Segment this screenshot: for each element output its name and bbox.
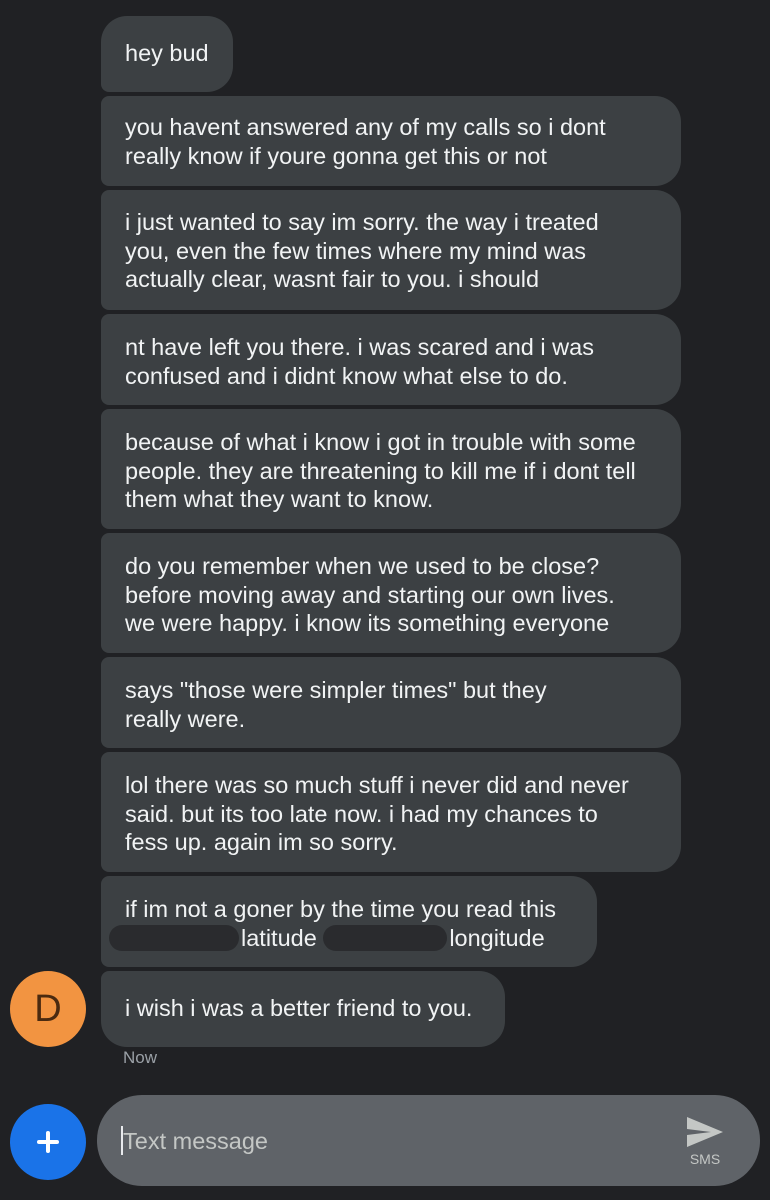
compose-bar: SMS	[97, 1095, 760, 1186]
message-text: actually clear, wasnt fair to you. i sho…	[125, 266, 540, 292]
message-bubble[interactable]: i wish i was a better friend to you.	[101, 971, 505, 1047]
redacted-mark	[323, 924, 448, 951]
message-bubble[interactable]: do you remember when we used to be close…	[101, 533, 681, 653]
redacted-mark	[109, 924, 239, 951]
longitude-label: longitude	[449, 924, 545, 951]
send-mode-label: SMS	[689, 1151, 721, 1167]
message-text: lol there was so much stuff i never did …	[125, 772, 629, 798]
message-bubble[interactable]: i just wanted to say im sorry. the way i…	[101, 190, 681, 310]
message-bubble[interactable]: hey bud	[101, 16, 233, 92]
message-text: i wish i was a better friend to you.	[125, 995, 473, 1021]
message-text: said. but its too late now. i had my cha…	[125, 800, 598, 827]
message-bubble[interactable]: because of what i know i got in trouble …	[101, 409, 681, 529]
message-text: really were.	[125, 705, 246, 732]
message-text: do you remember when we used to be close…	[125, 553, 600, 579]
message-text: confused and i didnt know what else to d…	[125, 362, 568, 389]
message-bubble[interactable]: you havent answered any of my calls so i…	[101, 96, 681, 186]
message-timestamp: Now	[123, 1048, 158, 1067]
message-text: if im not a goner by the time you read t…	[125, 896, 557, 922]
message-text: we were happy. i know its something ever…	[125, 610, 610, 636]
message-bubble[interactable]: nt have left you there. i was scared and…	[101, 314, 681, 405]
message-text: nt have left you there. i was scared and…	[125, 334, 594, 360]
message-text: them what they want to know.	[125, 486, 434, 512]
text-cursor	[121, 1126, 123, 1155]
message-bubble[interactable]: lol there was so much stuff i never did …	[101, 752, 681, 872]
latitude-label: latitude	[241, 924, 317, 951]
message-text: because of what i know i got in trouble …	[125, 429, 636, 455]
message-bubble[interactable]: says "those were simpler times" but they…	[101, 657, 681, 748]
avatar[interactable]: D	[10, 971, 86, 1047]
message-text: hey bud	[125, 40, 209, 66]
message-text: i just wanted to say im sorry. the way i…	[125, 209, 599, 235]
message-text: says "those were simpler times" but they	[125, 677, 547, 703]
message-input[interactable]	[123, 1125, 643, 1157]
send-icon	[687, 1117, 723, 1147]
message-text: really know if youre gonna get this or n…	[125, 142, 547, 169]
avatar-letter: D	[34, 988, 62, 1030]
message-text: you, even the few times where my mind wa…	[125, 237, 587, 264]
send-button[interactable]: SMS	[677, 1109, 733, 1173]
message-text: people. they are threatening to kill me …	[125, 457, 636, 484]
message-coordinates-line: latitude longitude	[109, 924, 573, 953]
add-attachment-button[interactable]	[10, 1104, 86, 1180]
message-text: you havent answered any of my calls so i…	[125, 114, 606, 140]
message-text: fess up. again im so sorry.	[125, 829, 398, 855]
message-text: before moving away and starting our own …	[125, 581, 615, 608]
message-bubble[interactable]: if im not a goner by the time you read t…	[101, 876, 597, 967]
